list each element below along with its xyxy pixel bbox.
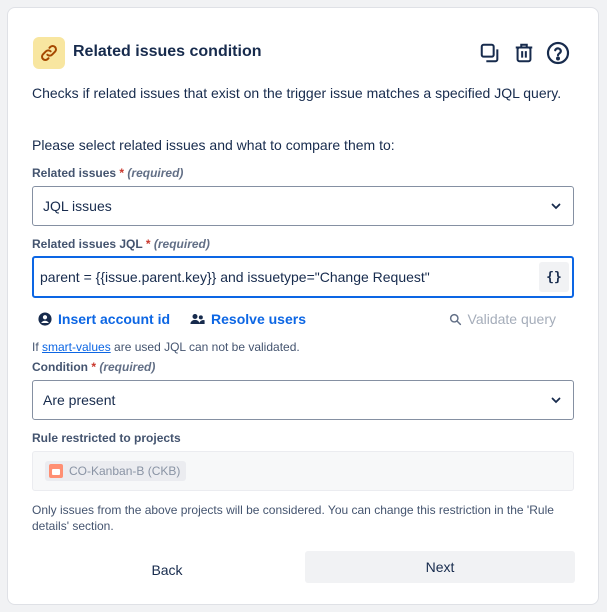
project-chip: CO-Kanban-B (CKB) (45, 461, 187, 481)
restriction-note: Only issues from the above projects will… (32, 503, 554, 533)
copy-icon[interactable] (477, 40, 502, 65)
restricted-projects-label: Rule restricted to projects (32, 431, 181, 445)
chevron-down-icon (549, 393, 563, 407)
jql-input[interactable] (40, 262, 539, 292)
related-jql-label: Related issues JQL * (required) (32, 237, 210, 251)
restricted-projects-field: CO-Kanban-B (CKB) (32, 451, 574, 491)
link-icon (33, 37, 65, 69)
condition-value: Are present (43, 392, 116, 408)
instruction-text: Please select related issues and what to… (32, 137, 395, 153)
user-circle-icon (38, 312, 52, 326)
project-icon (49, 464, 63, 478)
back-button[interactable]: Back (32, 554, 302, 586)
related-issues-value: JQL issues (43, 198, 112, 214)
search-icon (449, 313, 461, 325)
related-issues-select[interactable]: JQL issues (32, 186, 574, 226)
jql-field: {} (32, 256, 574, 298)
panel-header: Related issues condition (32, 36, 574, 70)
help-icon[interactable] (545, 40, 570, 65)
panel-title: Related issues condition (73, 43, 262, 60)
smart-values-button[interactable]: {} (539, 262, 569, 292)
resolve-users-link[interactable]: Resolve users (190, 311, 306, 327)
condition-description: Checks if related issues that exist on t… (32, 85, 562, 101)
related-issues-label: Related issues * (required) (32, 166, 184, 180)
smart-values-hint: If smart-values are used JQL can not be … (32, 340, 300, 354)
smart-values-link[interactable]: smart-values (42, 340, 111, 354)
condition-label: Condition * (required) (32, 360, 156, 374)
trash-icon[interactable] (511, 40, 536, 65)
validate-query-link[interactable]: Validate query (449, 311, 556, 327)
next-button[interactable]: Next (305, 551, 575, 583)
insert-account-id-link[interactable]: Insert account id (38, 311, 170, 327)
condition-select[interactable]: Are present (32, 380, 574, 420)
chevron-down-icon (549, 199, 563, 213)
condition-panel: Related issues condition Checks if relat… (7, 7, 599, 605)
people-icon (190, 314, 205, 324)
